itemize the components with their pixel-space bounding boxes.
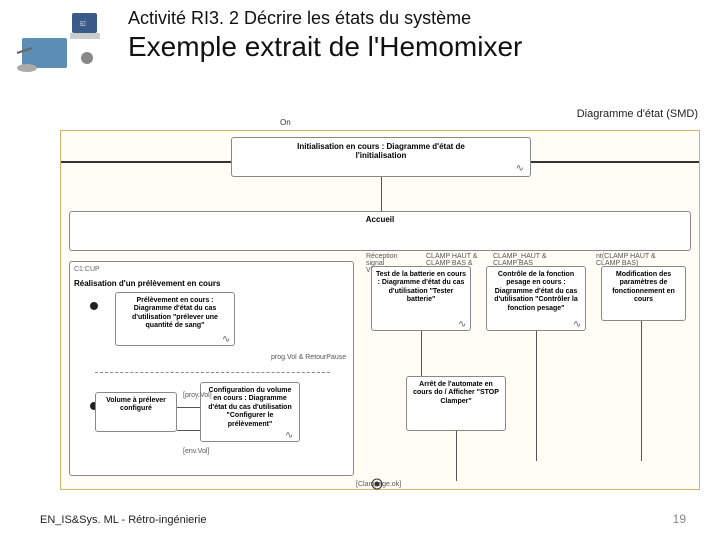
initial-state-dot xyxy=(90,302,98,310)
slide-title: Exemple extrait de l'Hemomixer xyxy=(128,31,522,63)
state-controle-pesage: Contrôle de la fonction pesage en cours … xyxy=(486,266,586,331)
footer-text: EN_IS&Sys. ML - Rétro-ingénierie xyxy=(40,514,207,526)
diagram-type-label: Diagramme d'état (SMD) xyxy=(577,108,698,120)
transition-ntclamp: nt(CLAMP HAUT & CLAMP BAS) xyxy=(596,253,661,267)
state-initialisation: Initialisation en cours : Diagramme d'ét… xyxy=(231,137,531,177)
state-diagram: Initialisation en cours : Diagramme d'ét… xyxy=(60,130,700,490)
transition-clamp: CLAMP_HAUT & CLAMP BAS xyxy=(493,253,548,267)
state-arret-automate: Arrêt de l'automate en cours do / Affich… xyxy=(406,376,506,431)
state-accueil: Accueil xyxy=(69,211,691,251)
guard-retour-pause: prog.Vol & RetourPause xyxy=(271,354,346,361)
state-volume-configure: Volume à prélever configuré xyxy=(95,392,177,432)
page-number: 19 xyxy=(673,512,686,526)
state-test-batterie: Test de la batterie en cours : Diagramme… xyxy=(371,266,471,331)
state-realisation-prelevement: C1:CUP Réalisation d'un prélèvement en c… xyxy=(69,261,354,476)
on-label: On xyxy=(280,118,291,127)
state-prelevement-en-cours: Prélèvement en cours : Diagramme d'état … xyxy=(115,292,235,346)
slide-header: ◱ Activité RI3. 2 Décrire les états du s… xyxy=(0,0,720,82)
transition-line xyxy=(381,177,382,211)
final-state-icon xyxy=(371,478,385,490)
state-modification-parametres: Modification des paramètres de fonctionn… xyxy=(601,266,686,321)
slide-subtitle: Activité RI3. 2 Décrire les états du sys… xyxy=(128,8,522,29)
logo-image: ◱ xyxy=(12,8,112,78)
svg-text:◱: ◱ xyxy=(80,21,86,27)
